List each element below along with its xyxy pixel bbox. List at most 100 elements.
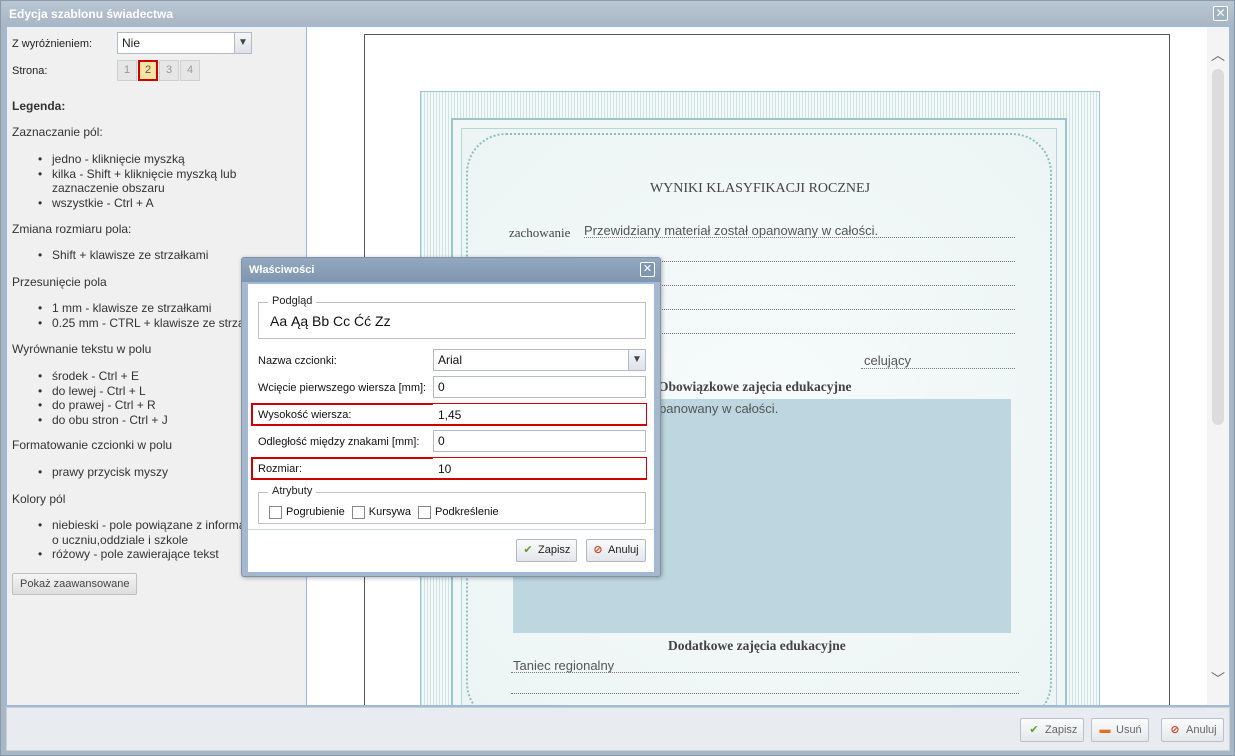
legend-item: o uczniu,oddziale i szkole [52, 532, 189, 547]
page-button-2[interactable]: 2 [138, 60, 158, 81]
line-height-input[interactable]: 1,45 [433, 404, 646, 424]
underline-checkbox[interactable] [418, 506, 432, 519]
legend-section-title: Zaznaczanie pól: [12, 125, 103, 139]
legend-item: do lewej - Ctrl + L [38, 384, 168, 399]
cancel-icon: ⊘ [1170, 724, 1180, 736]
legend-list: 1 mm - klawisze ze strzałkami 0.25 mm - … [38, 301, 245, 331]
legend-item: prawy przycisk myszy [38, 465, 168, 480]
legend-item: środek - Ctrl + E [38, 369, 168, 384]
footer-save-label: Zapisz [1045, 724, 1078, 736]
indent-label: Wcięcie pierwszego wiersza [mm]: [258, 382, 427, 394]
dotted-line [511, 693, 1019, 694]
dialog-separator [248, 529, 654, 530]
footer-delete-label: Usuń [1116, 724, 1142, 736]
indent-input[interactable]: 0 [433, 376, 646, 398]
preview-legend: Podgląd [268, 295, 317, 307]
legend-item: 0.25 mm - CTRL + klawisze ze strza [38, 316, 245, 331]
italic-checkbox[interactable] [351, 506, 365, 519]
additional-subjects-heading: Dodatkowe zajęcia edukacyjne [668, 638, 846, 653]
dotted-line [861, 368, 1015, 369]
legend-list: prawy przycisk myszy [38, 465, 168, 480]
footer-delete-button[interactable]: ▬ Usuń [1091, 718, 1149, 742]
legend-title: Legenda: [12, 99, 66, 113]
attributes-fieldset: Atrybuty Pogrubienie Kursywa Podkreśleni… [258, 485, 646, 524]
dialog-save-button[interactable]: ✔ Zapisz [516, 539, 578, 562]
page-button-4[interactable]: 4 [180, 60, 200, 81]
legend-section-title: Wyrównanie tekstu w polu [12, 342, 152, 356]
legend-item: do prawej - Ctrl + R [38, 398, 168, 413]
preview-fieldset: Podgląd Aa Ąą Bb Cc Ćć Zz [258, 295, 646, 339]
bold-checkbox[interactable] [269, 506, 282, 519]
show-advanced-button[interactable]: Pokaż zaawansowane [12, 573, 138, 595]
legend-item: 1 mm - klawisze ze strzałkami [38, 301, 245, 316]
legend-item: wszystkie - Ctrl + A [38, 196, 236, 211]
chevron-down-icon[interactable]: ▼ [234, 33, 251, 53]
spacing-input[interactable]: 0 [433, 430, 646, 452]
legend-list: jedno - kliknięcie myszką kilka - Shift … [38, 152, 236, 211]
distinction-label: Z wyróżnieniem: [12, 38, 93, 50]
properties-dialog: Właściwości ✕ Podgląd Aa Ąą Bb Cc Ćć Zz … [241, 257, 661, 577]
minus-icon: ▬ [1099, 724, 1111, 736]
size-label: Rozmiar: [258, 463, 303, 475]
certificate-title: WYNIKI KLASYFIKACJI ROCZNEJ [649, 181, 871, 196]
vertical-scrollbar[interactable]: ︿ ﹀ [1207, 27, 1229, 705]
font-name-value: Arial [438, 353, 463, 367]
dialog-cancel-label: Anuluj [608, 544, 639, 556]
grade-field[interactable]: celujący [864, 353, 911, 368]
window-footer: ✔ Zapisz ▬ Usuń ⊘ Anuluj [6, 707, 1230, 751]
attributes-row: Pogrubienie Kursywa Podkreślenie [269, 506, 503, 519]
legend-item: kilka - Shift + kliknięcie myszką lub [38, 167, 236, 182]
dialog-body: Podgląd Aa Ąą Bb Cc Ćć Zz Nazwa czcionki… [247, 283, 655, 573]
dialog-title: Właściwości [242, 258, 660, 282]
checkmark-icon: ✔ [523, 544, 533, 556]
font-name-label: Nazwa czcionki: [258, 355, 337, 367]
legend-section-title: Formatowanie czcionki w polu [12, 438, 173, 452]
checkmark-icon: ✔ [1029, 724, 1039, 736]
footer-cancel-label: Anuluj [1186, 724, 1217, 736]
line-height-label: Wysokość wiersza: [258, 409, 352, 421]
behavior-field[interactable]: Przewidziany materiał został opanowany w… [584, 223, 878, 238]
window-title: Edycja szablonu świadectwa [1, 1, 1234, 26]
behavior-label: zachowanie [509, 225, 571, 240]
legend-item: zaznaczenie obszaru [52, 181, 165, 195]
mandatory-subjects-heading: Obowiązkowe zajęcia edukacyjne [658, 379, 852, 394]
window-close-icon[interactable]: ✕ [1213, 6, 1228, 21]
legend-item: różowy - pole zawierające tekst [38, 547, 245, 562]
spacing-label: Odległość między znakami [mm]: [258, 436, 420, 448]
page-button-3[interactable]: 3 [159, 60, 179, 81]
dialog-cancel-button[interactable]: ⊘ Anuluj [586, 539, 646, 562]
legend-item: Shift + klawisze ze strzałkami [38, 248, 208, 263]
legend-section-title: Przesunięcie pola [12, 275, 107, 289]
distinction-select[interactable]: Nie ▼ [117, 32, 252, 54]
dotted-line [511, 672, 1019, 673]
legend-section-title: Zmiana rozmiaru pola: [12, 222, 132, 236]
dotted-line [584, 237, 1015, 238]
legend-item: do obu stron - Ctrl + J [38, 413, 168, 428]
legend-item: niebieski - pole powiązane z informa [38, 518, 245, 533]
size-input[interactable]: 10 [433, 458, 646, 478]
dialog-close-icon[interactable]: ✕ [640, 262, 655, 277]
italic-label: Kursywa [368, 506, 411, 519]
scrollbar-thumb[interactable] [1212, 69, 1224, 425]
distinction-value: Nie [122, 36, 141, 50]
bold-label: Pogrubienie [286, 506, 345, 519]
legend-list: środek - Ctrl + E do lewej - Ctrl + L do… [38, 369, 168, 428]
legend-item: jedno - kliknięcie myszką [38, 152, 236, 167]
legend-section-title: Kolory pól [12, 492, 66, 506]
footer-save-button[interactable]: ✔ Zapisz [1020, 718, 1085, 742]
additional-subject-field[interactable]: Taniec regionalny [513, 658, 614, 673]
legend-list: Shift + klawisze ze strzałkami [38, 248, 208, 263]
font-name-select[interactable]: Arial ▼ [433, 349, 646, 371]
underline-label: Podkreślenie [435, 506, 499, 519]
footer-cancel-button[interactable]: ⊘ Anuluj [1161, 718, 1224, 742]
preview-text: Aa Ąą Bb Cc Ćć Zz [270, 313, 391, 329]
page-button-1[interactable]: 1 [117, 60, 137, 81]
attributes-legend: Atrybuty [268, 485, 317, 497]
cancel-icon: ⊘ [593, 544, 603, 556]
chevron-down-icon[interactable]: ▼ [628, 350, 645, 370]
legend-list: niebieski - pole powiązane z informa o u… [38, 518, 245, 562]
chevron-up-icon[interactable]: ︿ [1211, 45, 1225, 65]
dialog-save-label: Zapisz [538, 544, 571, 556]
chevron-down-icon[interactable]: ﹀ [1211, 669, 1225, 689]
page-label: Strona: [12, 65, 48, 77]
